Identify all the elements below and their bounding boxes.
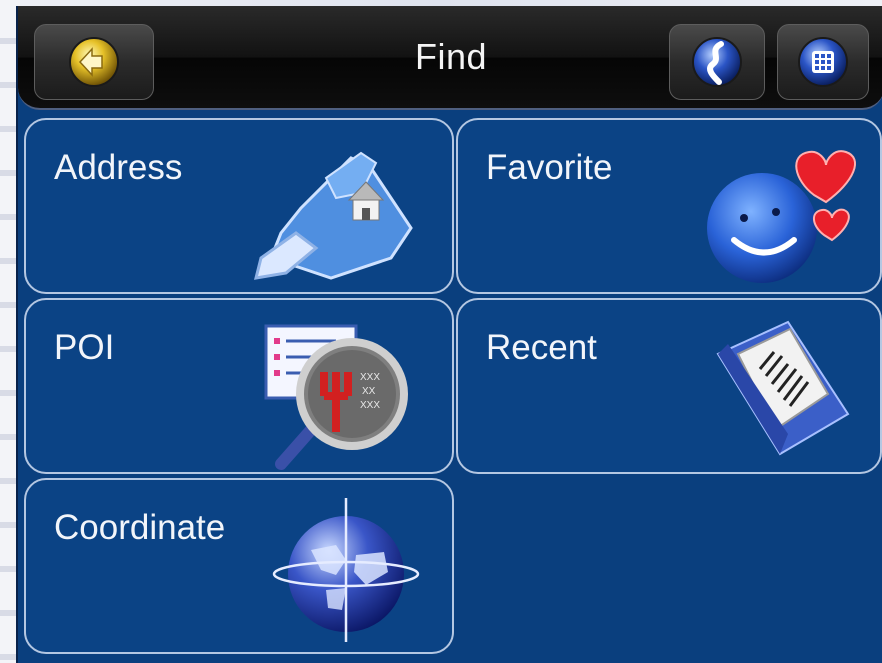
poi-tile[interactable]: POI XXX XX XXX xyxy=(24,298,454,474)
coordinate-label: Coordinate xyxy=(54,508,226,547)
svg-text:XXX: XXX xyxy=(360,400,380,411)
svg-text:XX: XX xyxy=(362,386,376,397)
poi-label: POI xyxy=(54,328,115,367)
address-label: Address xyxy=(54,148,183,187)
address-map-icon xyxy=(253,151,413,280)
menu-button[interactable] xyxy=(777,24,869,100)
favorite-smiley-heart-icon xyxy=(707,150,857,283)
route-icon xyxy=(692,37,742,87)
svg-text:XXX: XXX xyxy=(360,372,380,383)
recent-book-icon xyxy=(716,320,850,456)
recent-label: Recent xyxy=(486,328,597,367)
recent-tile[interactable]: Recent xyxy=(456,298,882,474)
route-button[interactable] xyxy=(669,24,765,100)
title-bar: Find xyxy=(18,6,882,110)
coordinate-tile[interactable]: Coordinate xyxy=(24,478,454,654)
menu-grid-icon xyxy=(798,37,848,87)
favorite-tile[interactable]: Favorite xyxy=(456,118,882,294)
favorite-label: Favorite xyxy=(486,148,613,187)
find-screen: Find Address Favorite POI XXX XX XXX Rec… xyxy=(16,6,882,663)
address-tile[interactable]: Address xyxy=(24,118,454,294)
coordinate-globe-icon xyxy=(272,498,420,642)
poi-magnifier-icon: XXXXXXXX xyxy=(264,324,408,470)
